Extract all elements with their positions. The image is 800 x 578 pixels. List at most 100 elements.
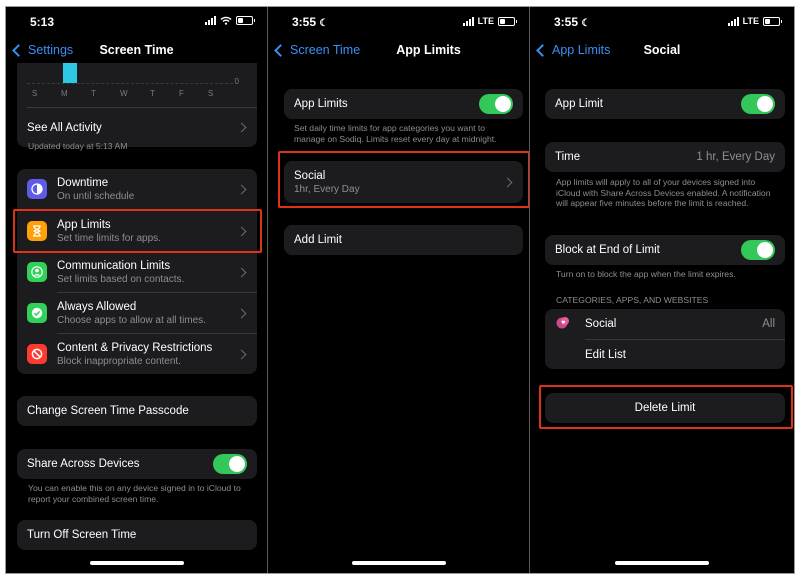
app-limits-toggle-row: App Limits	[284, 89, 523, 119]
share-label: Share Across Devices	[27, 458, 140, 470]
chart-day-label: T	[150, 89, 155, 98]
chevron-right-icon	[236, 267, 247, 277]
chart-day-label: W	[120, 89, 128, 98]
restriction-icon	[27, 344, 47, 364]
chevron-right-icon	[236, 349, 247, 359]
moon-icon: ☾	[319, 18, 329, 29]
chart-day-label: M	[61, 89, 68, 98]
block-note: Turn on to block the app when the limit …	[556, 269, 736, 279]
battery-icon	[763, 16, 782, 26]
share-note: You can enable this on any device signed…	[28, 483, 241, 504]
chart-bar	[63, 63, 77, 83]
highlight-box	[278, 151, 529, 208]
downtime-sub: On until schedule	[57, 191, 135, 202]
chevron-right-icon	[236, 308, 247, 318]
time-row[interactable]: Time 1 hr, Every Day	[545, 142, 785, 172]
chart-baseline	[27, 83, 233, 85]
status-bar: 3:55 ☾ LTE	[554, 14, 782, 30]
content-privacy-label: Content & Privacy Restrictions	[57, 341, 213, 354]
downtime-row[interactable]: Downtime On until schedule	[17, 169, 257, 210]
chart-day-label: T	[91, 89, 96, 98]
signal-icon	[727, 16, 739, 26]
page-title: Social	[643, 43, 681, 57]
app-limits-toggle-label: App Limits	[294, 98, 348, 110]
categories-card: Social All Edit List	[545, 309, 785, 369]
wifi-icon	[220, 16, 232, 25]
network-label: LTE	[742, 16, 759, 26]
always-allowed-label: Always Allowed	[57, 300, 137, 313]
screen-time-options: Downtime On until schedule App Limits Se…	[17, 169, 257, 374]
home-indicator	[615, 561, 709, 565]
status-icons: LTE	[462, 16, 517, 26]
change-passcode-label: Change Screen Time Passcode	[27, 405, 189, 417]
category-value: All	[762, 318, 775, 330]
downtime-label: Downtime	[57, 177, 109, 189]
signal-icon	[462, 16, 474, 26]
checkmark-icon	[27, 303, 47, 323]
app-limit-toggle-row: App Limit	[545, 89, 785, 119]
status-time: 5:13	[30, 15, 55, 29]
time-note: App limits will apply to all of your dev…	[556, 177, 771, 208]
app-limits-toggle[interactable]	[479, 94, 513, 114]
chart-day-label: F	[179, 89, 184, 98]
page-title: Screen Time	[99, 43, 174, 57]
chevron-left-icon	[274, 43, 287, 57]
navigation-bar: Settings Screen Time	[6, 41, 267, 61]
page-title: App Limits	[396, 43, 461, 57]
add-limit-label: Add Limit	[294, 234, 342, 246]
app-limit-toggle[interactable]	[741, 94, 775, 114]
updated-note: Updated today at 5:13 AM	[28, 141, 128, 151]
status-time: 3:55 ☾	[292, 15, 329, 29]
see-all-label: See All Activity	[27, 121, 102, 134]
share-toggle[interactable]	[213, 454, 247, 474]
chevron-right-icon	[236, 184, 247, 195]
chart-day-label: S	[208, 89, 214, 98]
block-toggle[interactable]	[741, 240, 775, 260]
social-category-row[interactable]: Social All	[545, 309, 785, 339]
contact-icon	[27, 262, 47, 282]
time-label: Time	[555, 151, 581, 163]
home-indicator	[351, 561, 446, 565]
social-category-icon	[555, 315, 571, 331]
status-icons	[205, 16, 255, 25]
navigation-bar: Screen Time App Limits	[268, 41, 529, 61]
time-value: 1 hr, Every Day	[696, 151, 775, 163]
edit-list-label: Edit List	[585, 348, 626, 361]
highlight-box	[539, 385, 793, 429]
battery-icon	[236, 16, 255, 25]
add-limit-button[interactable]: Add Limit	[284, 225, 523, 255]
app-limit-label: App Limit	[555, 98, 603, 110]
signal-icon	[205, 16, 216, 25]
app-limits-note: Set daily time limits for app categories…	[294, 123, 497, 144]
moon-hourglass-icon	[27, 179, 47, 199]
section-header: CATEGORIES, APPS, AND WEBSITES	[556, 295, 709, 305]
block-label: Block at End of Limit	[555, 244, 660, 256]
always-allowed-row[interactable]: Always Allowed Choose apps to allow at a…	[17, 293, 257, 333]
communication-limits-row[interactable]: Communication Limits Set limits based on…	[17, 252, 257, 292]
turn-off-screen-time-button[interactable]: Turn Off Screen Time	[17, 520, 257, 550]
home-indicator	[89, 561, 184, 565]
communication-limits-label: Communication Limits	[57, 259, 171, 272]
status-bar: 5:13	[30, 14, 255, 30]
highlight-box	[13, 209, 262, 253]
social-category-label: Social	[585, 318, 617, 330]
status-time: 3:55 ☾	[554, 15, 591, 29]
status-bar: 3:55 ☾ LTE	[292, 14, 517, 30]
edit-list-button[interactable]: Edit List	[545, 340, 785, 369]
always-allowed-sub: Choose apps to allow at all times.	[57, 314, 206, 326]
screenshot-frame: 5:13 Settings Screen Time 0 S M T W T F …	[5, 6, 795, 574]
usage-chart-card: 0 S M T W T F S See All Activity	[17, 63, 257, 147]
social-limit-detail-panel: 3:55 ☾ LTE App Limits Social App Limit T…	[530, 7, 794, 573]
block-at-end-row: Block at End of Limit	[545, 235, 785, 265]
communication-limits-sub: Set limits based on contacts.	[57, 273, 185, 285]
content-privacy-row[interactable]: Content & Privacy Restrictions Block ina…	[17, 334, 257, 374]
app-limits-panel: 3:55 ☾ LTE Screen Time App Limits App Li…	[268, 7, 529, 573]
screen-time-panel: 5:13 Settings Screen Time 0 S M T W T F …	[6, 7, 267, 573]
battery-icon	[498, 16, 517, 26]
chart-zero-label: 0	[234, 77, 239, 86]
status-icons: LTE	[727, 16, 782, 26]
content-privacy-sub: Block inappropriate content.	[57, 355, 181, 367]
change-passcode-button[interactable]: Change Screen Time Passcode	[17, 396, 257, 426]
moon-icon: ☾	[581, 18, 591, 29]
chart-day-label: S	[32, 89, 38, 98]
